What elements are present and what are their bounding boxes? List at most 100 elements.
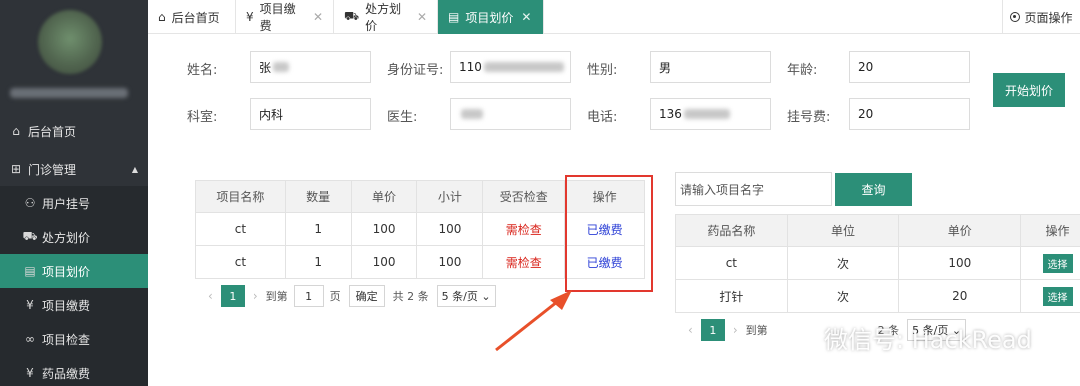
page-size-value: 5 条/页	[441, 290, 478, 303]
table-row: ct 次 100 选择	[675, 246, 1080, 280]
table-cell: 100	[898, 246, 1022, 280]
name-value: 张	[259, 60, 272, 75]
sidebar-item-label: 后台首页	[28, 124, 77, 139]
tab-project-pricing[interactable]: ▤ 项目划价 ✕	[438, 0, 544, 34]
tab-label: 项目划价	[465, 10, 514, 25]
next-page-icon[interactable]: ›	[733, 323, 738, 337]
registration-fee-field[interactable]: 20	[849, 98, 970, 130]
table-header-row: 药品名称 单位 单价 操作	[675, 214, 1080, 247]
table-cell: 100	[350, 245, 418, 279]
table-cell: 100	[416, 245, 484, 279]
select-button[interactable]: 选择	[1042, 253, 1073, 273]
table-cell: 次	[786, 246, 900, 280]
sidebar-item-label: 项目检查	[42, 332, 91, 347]
username-blurred	[10, 88, 128, 98]
prev-page-icon[interactable]: ‹	[208, 289, 213, 303]
table-cell: 1	[284, 245, 352, 279]
check-status: 需检查	[482, 245, 566, 279]
phone-label: 电话:	[587, 110, 618, 125]
name-field[interactable]: 张	[250, 51, 371, 83]
tab-label: 后台首页	[171, 10, 220, 25]
page-size-select[interactable]: 5 条/页 ⌄	[436, 285, 496, 307]
watermark-text: 微信号: HackRead	[824, 326, 1032, 354]
sidebar-item-project-payment[interactable]: ¥ 项目缴费	[0, 288, 148, 322]
column-header: 小计	[416, 180, 484, 213]
confirm-button[interactable]: 确定	[348, 285, 385, 307]
column-header: 单位	[786, 214, 900, 247]
doctor-field[interactable]	[450, 98, 571, 130]
sidebar-item-label: 用户挂号	[42, 196, 91, 211]
page-unit-label: 页	[329, 290, 341, 303]
id-number-label: 身份证号:	[387, 63, 444, 78]
yen-icon: ¥	[26, 366, 34, 380]
sidebar-item-prescription-pricing[interactable]: ⛟ 处方划价	[0, 220, 148, 254]
sidebar-item-clinic-management[interactable]: ⊞ 门诊管理 ▲	[0, 152, 148, 186]
tab-project-payment[interactable]: ¥ 项目缴费 ✕	[236, 0, 334, 34]
cart-icon: ⛟	[22, 229, 38, 243]
page-operations-button[interactable]: 页面操作	[1002, 0, 1080, 34]
sidebar-item-project-check[interactable]: ∞ 项目检查	[0, 322, 148, 356]
prev-page-icon[interactable]: ‹	[688, 323, 693, 337]
sidebar: ⌂ 后台首页 ⊞ 门诊管理 ▲ ⚇ 用户挂号 ⛟ 处方划价 ▤ 项目划价 ¥ 项…	[0, 0, 148, 386]
start-pricing-button[interactable]: 开始划价	[993, 73, 1065, 107]
current-page[interactable]: 1	[700, 319, 725, 341]
table-cell: 次	[786, 279, 900, 313]
age-label: 年龄:	[787, 63, 818, 78]
id-number-field[interactable]: 110	[450, 51, 571, 83]
wechat-icon	[790, 327, 818, 347]
name-label: 姓名:	[187, 63, 218, 78]
registration-fee-value: 20	[858, 107, 874, 121]
sidebar-item-label: 门诊管理	[28, 162, 77, 177]
sidebar-item-project-pricing[interactable]: ▤ 项目划价	[0, 254, 148, 288]
doctor-label: 医生:	[387, 110, 418, 125]
column-header: 单价	[898, 214, 1022, 247]
watermark: 微信号: HackRead	[790, 320, 1032, 355]
select-button[interactable]: 选择	[1042, 286, 1073, 306]
project-search-input[interactable]: 请输入项目名字	[675, 172, 832, 206]
sidebar-item-label: 项目划价	[42, 264, 91, 279]
goto-page-input[interactable]: 1	[293, 285, 324, 307]
cart-icon: ⛟	[344, 9, 360, 23]
sidebar-item-label: 项目缴费	[42, 298, 91, 313]
column-header: 项目名称	[195, 180, 286, 213]
drug-table: 药品名称 单位 单价 操作 ct 次 100 选择 打针 次 20 选择	[675, 214, 1080, 313]
next-page-icon[interactable]: ›	[253, 289, 258, 303]
table-cell: 1	[284, 212, 352, 246]
yen-icon: ¥	[246, 10, 254, 24]
registration-fee-label: 挂号费:	[787, 110, 831, 125]
sidebar-item-user-registration[interactable]: ⚇ 用户挂号	[0, 186, 148, 220]
current-page[interactable]: 1	[220, 285, 245, 307]
home-icon: ⌂	[12, 124, 20, 138]
gender-label: 性别:	[587, 63, 618, 78]
document-icon: ▤	[24, 264, 36, 278]
close-icon[interactable]: ✕	[313, 10, 323, 24]
column-header: 数量	[284, 180, 352, 213]
phone-value: 136	[659, 107, 682, 121]
tab-prescription-pricing[interactable]: ⛟ 处方划价 ✕	[334, 0, 438, 34]
gender-field[interactable]: 男	[650, 51, 771, 83]
table-cell: ct	[675, 246, 788, 280]
sidebar-item-drug-payment[interactable]: ¥ 药品缴费	[0, 356, 148, 386]
search-button[interactable]: 查询	[835, 173, 912, 206]
phone-field[interactable]: 136	[650, 98, 771, 130]
sidebar-item-home[interactable]: ⌂ 后台首页	[0, 114, 148, 148]
department-label: 科室:	[187, 110, 218, 125]
column-header: 受否检查	[482, 180, 566, 213]
table-cell: ct	[195, 212, 286, 246]
close-icon[interactable]: ✕	[417, 10, 427, 24]
column-header: 药品名称	[675, 214, 788, 247]
caret-up-icon: ▲	[131, 164, 138, 174]
total-count: 共 2 条	[392, 290, 429, 303]
table-cell: 打针	[675, 279, 788, 313]
column-header: 操作	[1020, 214, 1080, 247]
table-cell: 20	[898, 279, 1022, 313]
tab-home[interactable]: ⌂ 后台首页	[148, 0, 236, 34]
age-field[interactable]: 20	[849, 51, 970, 83]
id-number-value: 110	[459, 60, 482, 74]
document-icon: ▤	[448, 10, 460, 24]
avatar[interactable]	[38, 10, 102, 74]
age-value: 20	[858, 60, 874, 74]
close-icon[interactable]: ✕	[521, 10, 531, 24]
department-field[interactable]: 内科	[250, 98, 371, 130]
infinity-icon: ∞	[25, 332, 35, 346]
